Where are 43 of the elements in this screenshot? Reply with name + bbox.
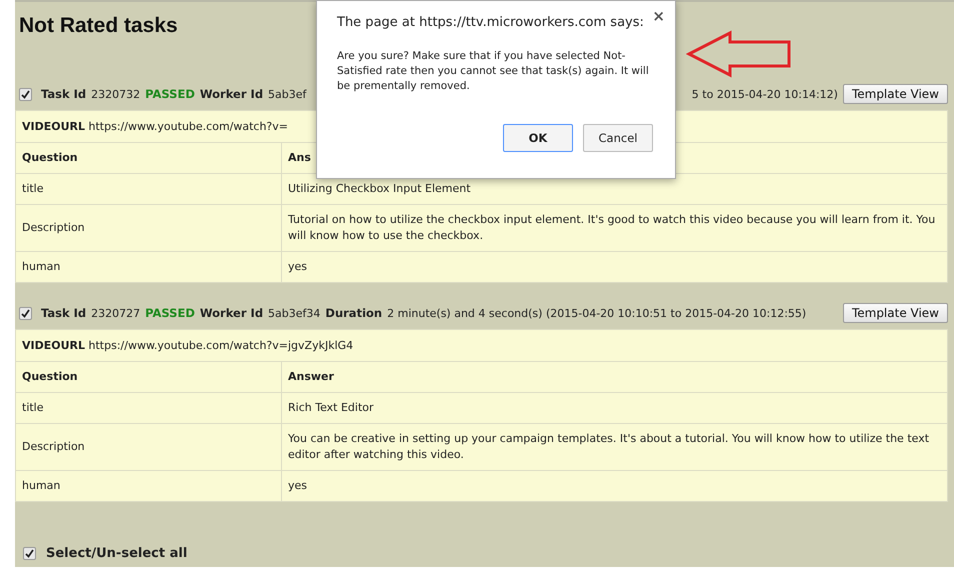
table-cell: title: [16, 174, 282, 204]
column-header: Question: [16, 142, 282, 174]
dialog-button[interactable]: OK: [503, 124, 573, 152]
status-text: PASSED: [145, 87, 195, 101]
field-value: 2320732: [91, 88, 140, 100]
select-all-label[interactable]: Select/Un-select all: [46, 546, 188, 561]
table-cell: Rich Text Editor: [282, 392, 948, 424]
page-title: Not Rated tasks: [19, 14, 178, 38]
checkbox[interactable]: [19, 88, 32, 100]
table-cell: human: [16, 470, 282, 502]
field-label: Duration: [325, 306, 382, 320]
table-cell: Description: [16, 424, 282, 470]
checkbox[interactable]: [19, 306, 32, 320]
template-view-button[interactable]: Template View: [842, 84, 948, 104]
status-text: PASSED: [145, 306, 195, 320]
checkmark-icon: [25, 549, 34, 558]
field-label: Task Id: [41, 306, 86, 320]
table-cell: human: [16, 252, 282, 282]
field-value: 5 to 2015-04-20 10:14:12): [692, 88, 838, 100]
template-view-button[interactable]: Template View: [842, 303, 948, 323]
table-cell: Tutorial on how to utilize the checkbox input element. It's good to watch this video because you will learn from it. You will know how to use the checkbox.: [282, 204, 948, 252]
field-value: 5ab3ef: [268, 88, 306, 100]
field-value: 2320727: [91, 306, 140, 320]
table-cell: yes: [282, 252, 948, 282]
table-cell: title: [16, 392, 282, 424]
column-header: Answer: [282, 362, 948, 392]
checkbox[interactable]: [23, 547, 36, 560]
field-label: Worker Id: [200, 306, 264, 320]
checkmark-icon: [21, 90, 30, 98]
close-button[interactable]: ×: [652, 7, 665, 25]
dialog-button[interactable]: Cancel: [583, 124, 653, 152]
table-cell: yes: [282, 470, 948, 502]
url-cell: VIDEOURL https://www.youtube.com/watch?v=jgvZykJklG4: [16, 330, 948, 362]
column-header: Question: [16, 362, 282, 392]
table-cell: You can be creative in setting up your campaign templates. It's about a tutorial. You will know how to utilize the text editor after watching this video.: [282, 424, 948, 470]
checkmark-icon: [21, 308, 30, 318]
table-cell: Description: [16, 204, 282, 252]
field-label: Task Id: [41, 87, 86, 101]
field-label: Worker Id: [200, 87, 264, 101]
field-value: 2 minute(s) and 4 second(s) (2015-04-20 10:10:51 to 2015-04-20 10:12:55): [387, 306, 806, 320]
dialog-message: Are you sure? Make sure that if you have selected Not-Satisfied rate then you cannot see that task(s) again. It will be prementally removed.: [337, 49, 650, 94]
field-value: 5ab3ef34: [268, 306, 320, 320]
dialog-title: The page at https://ttv.microworkers.com says:: [337, 14, 644, 32]
